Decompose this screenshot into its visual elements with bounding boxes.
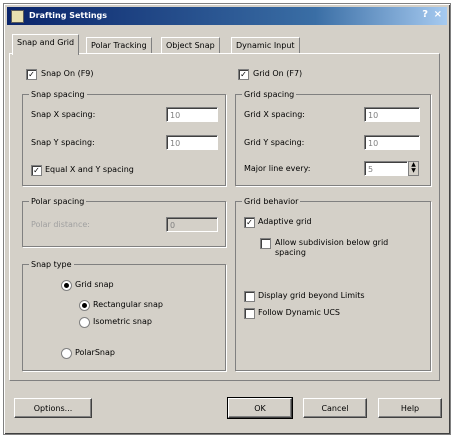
- snap-on-checkbox[interactable]: ✓: [26, 69, 37, 80]
- check-icon: ✓: [28, 70, 35, 79]
- major-line-label: Major line every:: [244, 164, 311, 173]
- allow-subdivision-label: Allow subdivision below grid spacing: [275, 238, 389, 257]
- grid-y-spacing-input[interactable]: 10: [364, 135, 420, 150]
- rectangular-snap-radio[interactable]: [79, 300, 90, 311]
- tab-snap-and-grid[interactable]: Snap and Grid: [12, 34, 80, 55]
- snap-on-label: Snap On (F9): [41, 69, 94, 78]
- snap-spacing-legend: Snap spacing: [29, 90, 87, 99]
- help-button[interactable]: Help: [378, 398, 442, 418]
- polar-spacing-group: Polar spacing Polar distance: 0: [22, 197, 226, 247]
- tab-polar-tracking[interactable]: Polar Tracking: [86, 37, 152, 54]
- grid-x-label: Grid X spacing:: [244, 110, 305, 119]
- snap-y-spacing-input[interactable]: 10: [166, 135, 218, 150]
- isometric-snap-label: Isometric snap: [93, 317, 152, 326]
- polarsnap-radio[interactable]: [61, 348, 72, 359]
- follow-dynamic-ucs-label: Follow Dynamic UCS: [258, 308, 340, 317]
- adaptive-grid-checkbox[interactable]: ✓: [244, 217, 255, 228]
- polar-distance-label: Polar distance:: [31, 220, 90, 229]
- polar-spacing-legend: Polar spacing: [29, 197, 87, 206]
- options-button[interactable]: Options...: [14, 398, 92, 418]
- spin-down-icon[interactable]: ▼: [409, 168, 418, 174]
- major-line-stepper[interactable]: ▲ ▼: [408, 161, 419, 176]
- help-icon[interactable]: ?: [422, 9, 428, 20]
- grid-x-spacing-input[interactable]: 10: [364, 107, 420, 122]
- window-title: Drafting Settings: [29, 11, 107, 20]
- display-beyond-limits-label: Display grid beyond Limits: [258, 291, 365, 300]
- allow-subdivision-checkbox[interactable]: [260, 238, 271, 249]
- grid-on-checkbox[interactable]: ✓: [238, 69, 249, 80]
- snap-spacing-group: Snap spacing Snap X spacing: 10 Snap Y s…: [22, 90, 226, 186]
- grid-y-label: Grid Y spacing:: [244, 138, 305, 147]
- snap-type-legend: Snap type: [29, 260, 74, 269]
- tab-dynamic-input[interactable]: Dynamic Input: [231, 37, 300, 54]
- equal-xy-label: Equal X and Y spacing: [45, 165, 134, 174]
- app-icon: [11, 10, 24, 23]
- snap-y-label: Snap Y spacing:: [31, 138, 95, 147]
- cancel-button[interactable]: Cancel: [303, 398, 367, 418]
- rectangular-snap-label: Rectangular snap: [93, 300, 163, 309]
- grid-behavior-group: Grid behavior ✓ Adaptive grid Allow subd…: [235, 197, 431, 371]
- polarsnap-label: PolarSnap: [75, 348, 115, 357]
- check-icon: ✓: [33, 166, 40, 175]
- grid-on-label: Grid On (F7): [253, 69, 303, 78]
- ok-button[interactable]: OK: [227, 397, 293, 419]
- follow-dynamic-ucs-checkbox[interactable]: [244, 308, 255, 319]
- close-icon[interactable]: ×: [434, 9, 442, 20]
- major-line-input[interactable]: 5: [364, 161, 408, 176]
- check-icon: ✓: [246, 218, 253, 227]
- snap-x-spacing-input[interactable]: 10: [166, 107, 218, 122]
- grid-spacing-legend: Grid spacing: [242, 90, 297, 99]
- check-icon: ✓: [240, 70, 247, 79]
- isometric-snap-radio[interactable]: [79, 317, 90, 328]
- title-bar[interactable]: Drafting Settings ? ×: [7, 7, 447, 25]
- snap-x-label: Snap X spacing:: [31, 110, 96, 119]
- equal-xy-checkbox[interactable]: ✓: [31, 165, 42, 176]
- polar-distance-input[interactable]: 0: [166, 217, 218, 232]
- tab-panel: ✓ Snap On (F9) Snap spacing Snap X spaci…: [9, 53, 440, 381]
- tab-object-snap[interactable]: Object Snap: [161, 37, 220, 54]
- grid-behavior-legend: Grid behavior: [242, 197, 301, 206]
- adaptive-grid-label: Adaptive grid: [258, 217, 312, 226]
- grid-snap-label: Grid snap: [75, 280, 114, 289]
- snap-type-group: Snap type Grid snap Rectangular snap Iso…: [22, 260, 226, 371]
- grid-spacing-group: Grid spacing Grid X spacing: 10 Grid Y s…: [235, 90, 431, 186]
- grid-snap-radio[interactable]: [61, 280, 72, 291]
- display-beyond-limits-checkbox[interactable]: [244, 291, 255, 302]
